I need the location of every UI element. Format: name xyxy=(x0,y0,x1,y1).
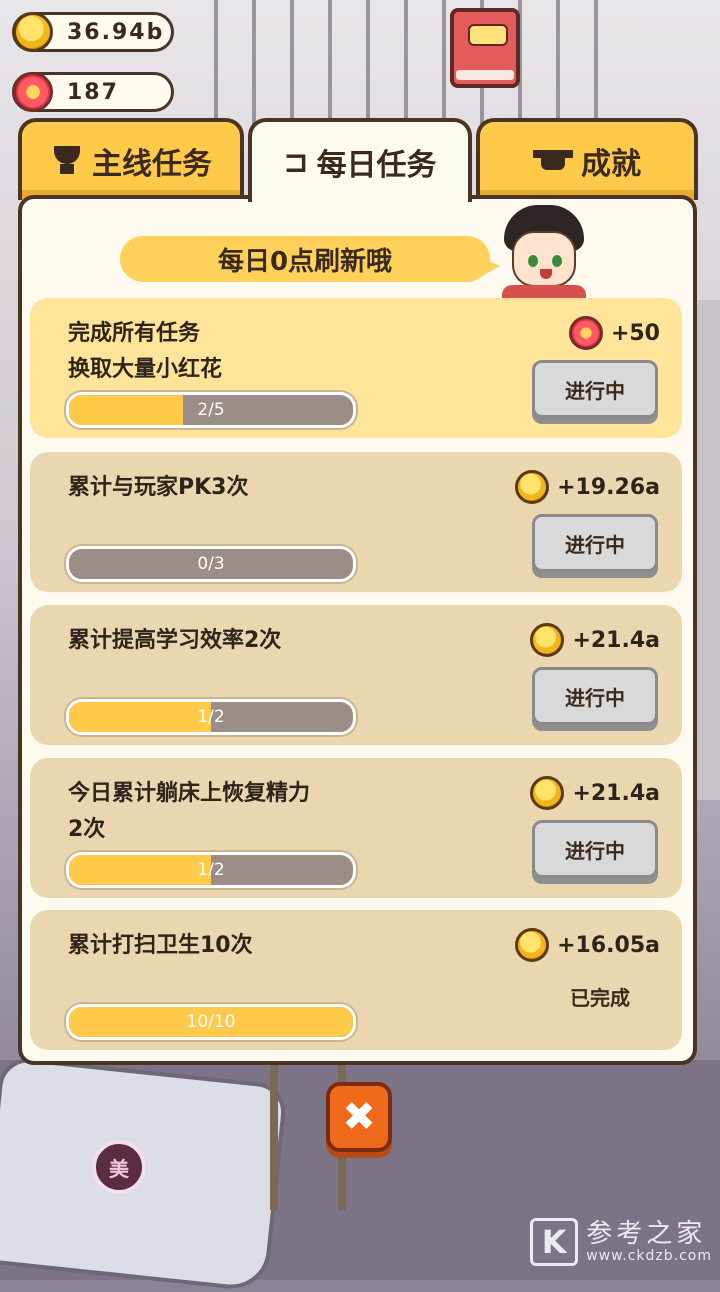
progress-bar: 1/2 xyxy=(66,699,356,735)
coin-value: 36.94b xyxy=(67,19,165,45)
progress-text: 2/5 xyxy=(197,400,225,420)
progress-bar: 10/10 xyxy=(66,1004,356,1040)
progress-text: 1/2 xyxy=(197,860,225,880)
progress-bar: 1/2 xyxy=(66,852,356,888)
window-bars xyxy=(180,0,600,130)
coin-icon xyxy=(13,12,53,52)
coin-icon xyxy=(515,470,550,504)
character-avatar xyxy=(500,205,586,299)
flower-value: 187 xyxy=(67,79,119,105)
tab-label: 主线任务 xyxy=(92,147,212,182)
task-card: 完成所有任务 换取大量小红花 2/5 +50 进行中 xyxy=(30,298,682,438)
coin-icon xyxy=(515,928,550,962)
task-title: 累计提高学习效率2次 xyxy=(68,628,282,653)
calendar-icon: ⊐ xyxy=(283,144,309,180)
watermark: K 参考之家 www.ckdzb.com xyxy=(530,1218,712,1266)
task-reward: +21.4a xyxy=(530,623,660,657)
flower-icon xyxy=(13,72,53,112)
coin-icon xyxy=(530,623,565,657)
task-title: 完成所有任务 换取大量小红花 xyxy=(68,321,223,382)
progress-bar: 2/5 xyxy=(66,392,356,428)
task-in-progress-button[interactable]: 进行中 xyxy=(532,360,658,418)
task-reward: +21.4a xyxy=(530,776,660,810)
reward-amount: +50 xyxy=(610,320,660,346)
tab-achievements[interactable]: 成就 xyxy=(476,118,698,200)
progress-text: 1/2 xyxy=(197,707,225,727)
task-in-progress-button[interactable]: 进行中 xyxy=(532,514,658,572)
task-title: 今日累计躺床上恢复精力 2次 xyxy=(68,781,311,842)
task-in-progress-button[interactable]: 进行中 xyxy=(532,667,658,725)
coin-icon xyxy=(530,776,565,810)
reward-amount: +16.05a xyxy=(557,932,660,958)
flower-counter: 187 xyxy=(12,72,174,112)
watermark-logo: K xyxy=(530,1218,579,1266)
trophy-icon xyxy=(50,146,84,176)
reward-amount: +21.4a xyxy=(572,627,660,653)
tab-label: 成就 xyxy=(581,147,641,182)
task-completed-label: 已完成 xyxy=(570,986,630,1010)
close-button[interactable]: ✖ xyxy=(326,1082,392,1152)
tab-daily-tasks[interactable]: ⊐ 每日任务 xyxy=(248,118,472,202)
book-icon[interactable] xyxy=(450,8,520,88)
tab-main-tasks[interactable]: 主线任务 xyxy=(18,118,244,200)
refresh-banner: 每日0点刷新哦 xyxy=(120,236,500,282)
task-in-progress-button[interactable]: 进行中 xyxy=(532,820,658,878)
task-reward: +16.05a xyxy=(515,928,660,962)
task-card: 累计打扫卫生10次 10/10 +16.05a 已完成 xyxy=(30,910,682,1050)
task-card: 今日累计躺床上恢复精力 2次 1/2 +21.4a 进行中 xyxy=(30,758,682,898)
task-title: 累计与玩家PK3次 xyxy=(68,475,249,500)
task-title: 累计打扫卫生10次 xyxy=(68,933,253,958)
watermark-url: www.ckdzb.com xyxy=(586,1247,712,1264)
graduation-cap-icon xyxy=(533,150,573,172)
progress-bar: 0/3 xyxy=(66,546,356,582)
watermark-text: 参考之家 xyxy=(586,1219,707,1249)
tab-label: 每日任务 xyxy=(316,148,437,183)
coin-counter: 36.94b xyxy=(12,12,174,52)
flower-icon xyxy=(568,316,603,350)
task-card: 累计提高学习效率2次 1/2 +21.4a 进行中 xyxy=(30,605,682,745)
task-card: 累计与玩家PK3次 0/3 +19.26a 进行中 xyxy=(30,452,682,592)
progress-text: 0/3 xyxy=(197,554,225,574)
task-reward: +50 xyxy=(568,316,660,350)
reward-amount: +21.4a xyxy=(572,780,660,806)
progress-text: 10/10 xyxy=(186,1012,236,1032)
basin-badge[interactable]: 美 xyxy=(92,1140,146,1194)
reward-amount: +19.26a xyxy=(557,474,660,500)
task-reward: +19.26a xyxy=(515,470,660,504)
